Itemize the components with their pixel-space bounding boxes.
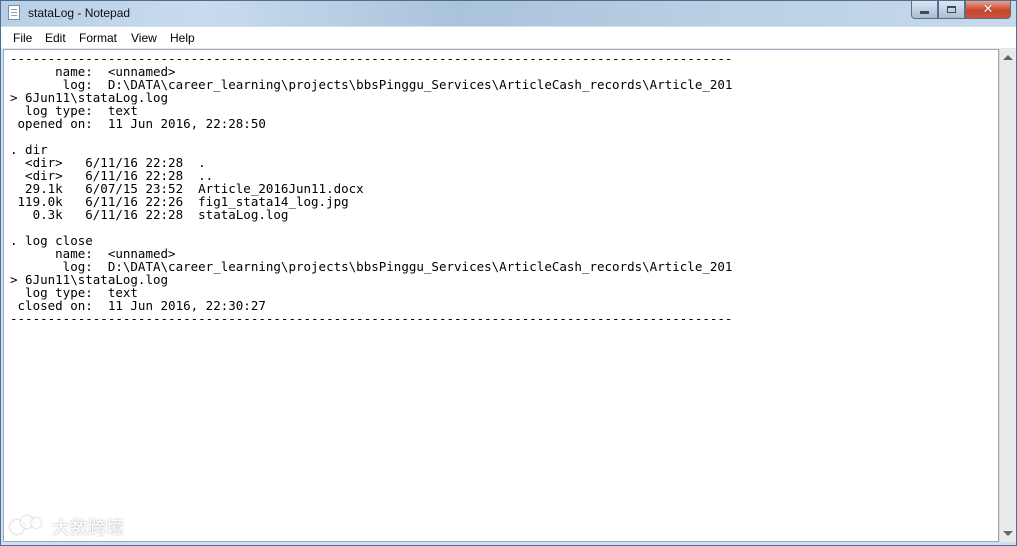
- document-text[interactable]: ----------------------------------------…: [10, 52, 732, 325]
- menu-edit[interactable]: Edit: [45, 31, 66, 45]
- menu-file[interactable]: File: [13, 31, 32, 45]
- maximize-icon: [947, 6, 956, 13]
- text-line: 0.3k 6/11/16 22:28 stataLog.log: [10, 207, 289, 222]
- notepad-window: stataLog - Notepad ✕ File Edit Format Vi…: [0, 0, 1017, 546]
- notepad-document-icon[interactable]: [8, 5, 20, 20]
- window-controls: ✕: [911, 1, 1011, 20]
- menu-view[interactable]: View: [131, 31, 157, 45]
- menu-format[interactable]: Format: [79, 31, 117, 45]
- title-bar[interactable]: stataLog - Notepad ✕: [1, 1, 1016, 26]
- vertical-scrollbar[interactable]: [999, 49, 1016, 542]
- close-button[interactable]: ✕: [965, 1, 1011, 19]
- close-icon: ✕: [982, 2, 994, 17]
- watermark: 大数跨境: [10, 514, 124, 540]
- minimize-icon: [920, 11, 929, 14]
- text-line: opened on: 11 Jun 2016, 22:28:50: [10, 116, 266, 131]
- text-line: ----------------------------------------…: [10, 311, 733, 326]
- menu-help[interactable]: Help: [170, 31, 195, 45]
- window-title: stataLog - Notepad: [28, 6, 131, 20]
- watermark-logo-icon: [10, 516, 46, 538]
- maximize-button[interactable]: [938, 1, 965, 19]
- menu-bar: File Edit Format View Help: [1, 27, 1016, 49]
- watermark-text: 大数跨境: [52, 518, 124, 539]
- scroll-up-icon[interactable]: [1003, 55, 1013, 60]
- scroll-down-icon[interactable]: [1003, 531, 1013, 536]
- minimize-button[interactable]: [911, 1, 938, 19]
- text-editor[interactable]: ----------------------------------------…: [3, 49, 999, 542]
